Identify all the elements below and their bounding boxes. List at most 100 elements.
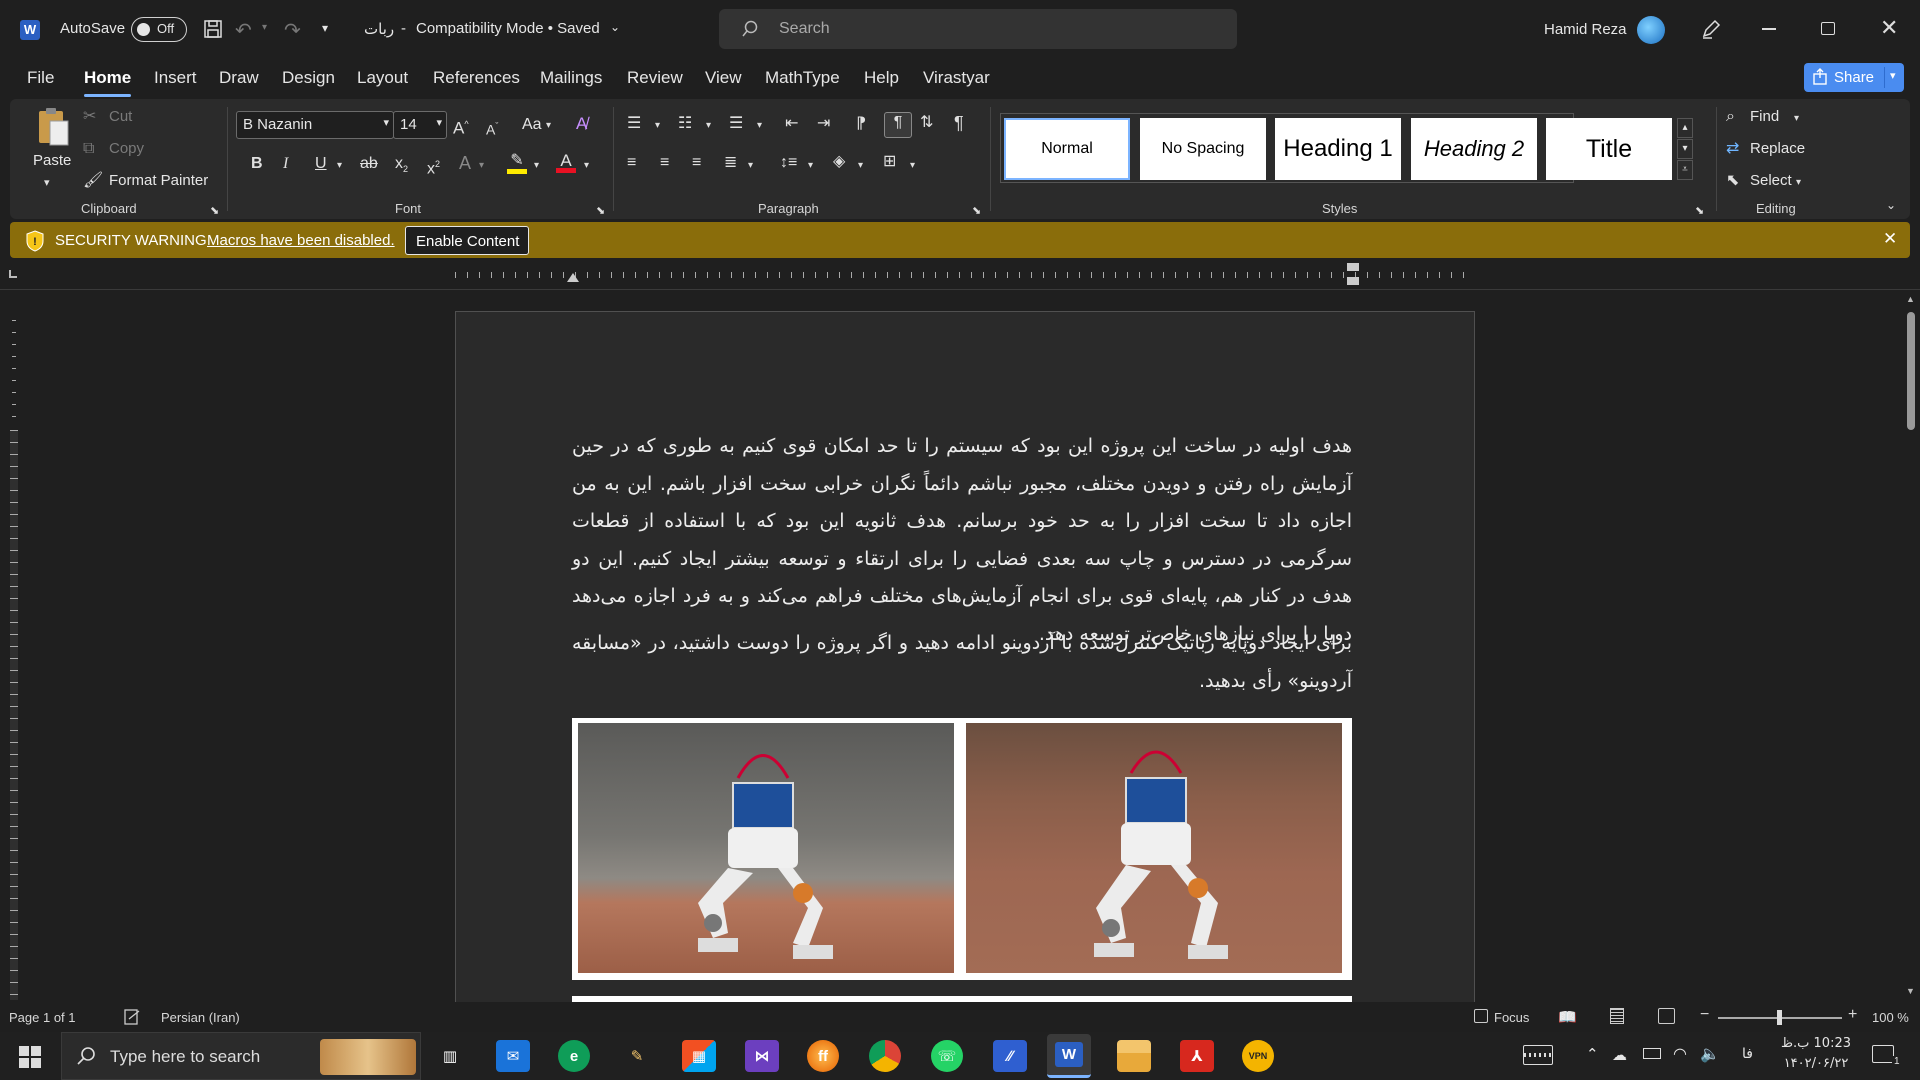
taskbar-search-box[interactable]: Type here to search [61, 1032, 421, 1080]
underline-dropdown-icon[interactable]: ▾ [337, 156, 342, 176]
save-icon[interactable] [203, 19, 223, 39]
align-left-icon[interactable]: ≡ [627, 153, 636, 173]
wifi-icon[interactable]: ◠ [1673, 1044, 1687, 1064]
title-chevron-down-icon[interactable]: ⌄ [610, 20, 620, 34]
document-title[interactable]: ربات [364, 20, 394, 38]
select-label[interactable]: Select [1750, 172, 1792, 189]
line-spacing-dropdown-icon[interactable]: ▾ [808, 156, 813, 176]
style-normal[interactable]: Normal [1004, 118, 1130, 180]
task-view-icon[interactable]: ▥ [433, 1040, 467, 1072]
text-effects-icon[interactable]: A [459, 153, 471, 173]
sort-icon[interactable]: ⇅ [920, 113, 933, 133]
rtl-direction-icon[interactable]: ¶ [884, 112, 912, 138]
pen-icon[interactable] [1700, 18, 1722, 40]
select-dropdown-icon[interactable]: ▾ [1796, 173, 1801, 193]
font-color-dropdown-icon[interactable]: ▾ [584, 156, 589, 176]
right-indent-marker[interactable] [1347, 263, 1359, 285]
horizontal-ruler[interactable] [0, 260, 1920, 290]
cut-label[interactable]: Cut [109, 108, 132, 125]
document-status[interactable]: Compatibility Mode • Saved [416, 20, 600, 37]
visual-studio-icon[interactable]: ⋈ [745, 1040, 779, 1072]
word-app-icon[interactable]: W [1047, 1034, 1091, 1078]
highlight-icon[interactable]: ✎ [507, 151, 527, 174]
styles-more-icon[interactable]: ⩡ [1677, 160, 1693, 180]
tab-design[interactable]: Design [282, 68, 335, 88]
zoom-slider-thumb[interactable] [1777, 1010, 1782, 1025]
styles-scroll-up-icon[interactable]: ▴ [1677, 118, 1693, 138]
superscript-icon[interactable]: x2 [427, 154, 440, 179]
close-icon[interactable]: ✕ [1880, 15, 1898, 41]
tab-layout[interactable]: Layout [357, 68, 408, 88]
font-name-chevron-down-icon[interactable]: ▾ [383, 116, 389, 129]
align-center-icon[interactable]: ≡ [660, 153, 669, 173]
find-label[interactable]: Find [1750, 108, 1779, 125]
font-name-combo[interactable]: B Nazanin ▾ [236, 111, 394, 139]
bold-icon[interactable]: B [251, 154, 263, 174]
numbering-icon[interactable]: ☷ [678, 114, 692, 134]
tab-draw[interactable]: Draw [219, 68, 259, 88]
tray-chevron-up-icon[interactable]: ⌃ [1586, 1045, 1599, 1063]
font-color-icon[interactable]: A [556, 151, 576, 173]
format-painter-icon[interactable]: 🖌 [83, 171, 103, 191]
paste-dropdown-icon[interactable]: ▾ [44, 173, 50, 193]
multilevel-dropdown-icon[interactable]: ▾ [757, 116, 762, 136]
vertical-ruler[interactable] [0, 290, 30, 1002]
page-count[interactable]: Page 1 of 1 [9, 1010, 76, 1025]
font-size-combo[interactable]: 14 ▾ [393, 111, 447, 139]
shading-dropdown-icon[interactable]: ▾ [858, 156, 863, 176]
style-heading-2[interactable]: Heading 2 [1411, 118, 1537, 180]
multilevel-list-icon[interactable]: ☰ [729, 114, 743, 134]
style-heading-1[interactable]: Heading 1 [1275, 118, 1401, 180]
tab-insert[interactable]: Insert [154, 68, 197, 88]
format-painter-label[interactable]: Format Painter [109, 172, 208, 189]
style-title[interactable]: Title [1546, 118, 1672, 180]
styles-scroll-down-icon[interactable]: ▾ [1677, 139, 1693, 159]
web-layout-icon[interactable] [1658, 1008, 1675, 1024]
find-dropdown-icon[interactable]: ▾ [1794, 109, 1799, 129]
read-mode-icon[interactable]: 📖 [1558, 1008, 1577, 1026]
show-formatting-icon[interactable]: ¶ [954, 113, 964, 133]
microsoft-store-icon[interactable]: ▦ [682, 1040, 716, 1072]
image-table[interactable] [572, 718, 1352, 980]
share-chevron-down-icon[interactable]: ▾ [1890, 69, 1896, 82]
change-case-dropdown-icon[interactable]: ▾ [546, 116, 551, 136]
print-layout-icon[interactable] [1610, 1008, 1624, 1024]
zoom-slider[interactable] [1718, 1010, 1842, 1025]
decrease-indent-icon[interactable]: ⇤ [785, 114, 798, 134]
styles-launcher-icon[interactable]: ⬊ [1695, 201, 1704, 221]
mathtype-icon[interactable]: ∕∕ [993, 1040, 1027, 1072]
tab-home[interactable]: Home [84, 68, 132, 97]
shading-icon[interactable]: ◈ [833, 152, 845, 172]
replace-icon[interactable]: ⇄ [1726, 139, 1739, 159]
focus-label[interactable]: Focus [1494, 1010, 1529, 1025]
vertical-scrollbar[interactable]: ▲ ▼ [1902, 290, 1920, 1002]
find-icon[interactable]: ⌕ [1726, 107, 1735, 127]
bullets-icon[interactable]: ☰ [627, 114, 641, 134]
user-avatar[interactable] [1637, 16, 1665, 44]
borders-dropdown-icon[interactable]: ▾ [910, 156, 915, 176]
paste-label[interactable]: Paste [33, 152, 71, 169]
scroll-thumb[interactable] [1907, 312, 1915, 430]
autosave-toggle[interactable]: Off [131, 17, 187, 42]
chrome-icon[interactable] [869, 1040, 901, 1072]
warning-message-link[interactable]: Macros have been disabled. [207, 232, 395, 249]
scroll-up-icon[interactable]: ▲ [1906, 294, 1915, 304]
text-effects-dropdown-icon[interactable]: ▾ [479, 156, 484, 176]
language-label[interactable]: Persian (Iran) [161, 1010, 240, 1025]
tab-mailings[interactable]: Mailings [540, 68, 602, 88]
enable-content-button[interactable]: Enable Content [405, 226, 529, 255]
underline-icon[interactable]: U [315, 154, 327, 174]
align-right-icon[interactable]: ≡ [692, 153, 701, 173]
paste-icon[interactable] [36, 107, 70, 147]
replace-label[interactable]: Replace [1750, 140, 1805, 157]
notification-icon[interactable] [1872, 1045, 1894, 1063]
tab-file[interactable]: File [27, 68, 54, 88]
change-case-label[interactable]: Aa [522, 116, 542, 134]
warning-close-icon[interactable]: ✕ [1883, 229, 1897, 249]
justify-icon[interactable]: ≣ [724, 153, 737, 173]
copy-icon[interactable]: ⧉ [83, 139, 94, 159]
font-size-chevron-down-icon[interactable]: ▾ [436, 116, 442, 129]
copy-label[interactable]: Copy [109, 140, 144, 157]
search-box[interactable]: Search [719, 9, 1237, 49]
clock-date[interactable]: ۱۴۰۲/۰۶/۲۲ [1776, 1056, 1856, 1071]
